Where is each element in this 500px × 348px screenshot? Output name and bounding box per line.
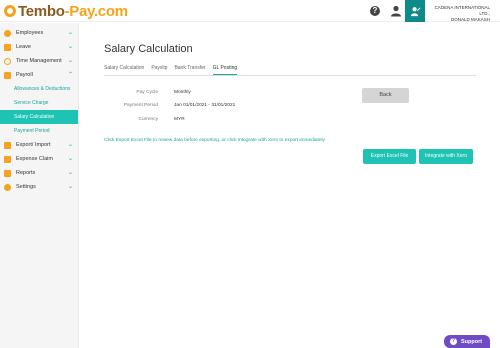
reports-icon — [4, 169, 11, 177]
sidebar-item-label: Settings — [16, 184, 36, 190]
sidebar-subitem-payment-period[interactable]: Payment Period — [0, 124, 78, 138]
export-excel-button[interactable]: Export Excel File — [363, 149, 416, 164]
page-title: Salary Calculation — [104, 43, 193, 55]
integrate-xero-button[interactable]: Integrate with Xero — [419, 149, 473, 164]
support-button[interactable]: ? Support — [444, 335, 490, 348]
chevron-down-icon: ⌄ — [67, 142, 73, 148]
sidebar-item-label: Employees — [16, 30, 44, 36]
sidebar-item-label: Leave — [16, 44, 31, 50]
payroll-icon — [4, 71, 11, 79]
chevron-down-icon: ⌄ — [67, 30, 73, 36]
sidebar: Employees ⌄ Leave ⌄ Time Management ⌄ Pa… — [0, 23, 79, 348]
chevron-down-icon: ⌄ — [67, 156, 73, 162]
sidebar-item-reports[interactable]: Reports ⌄ — [0, 166, 78, 180]
sidebar-item-label: Export/ Import — [16, 142, 51, 148]
sidebar-subitem-salary-calculation[interactable]: Salary Calculation — [0, 110, 78, 124]
sidebar-item-employees[interactable]: Employees ⌄ — [0, 26, 78, 40]
settings-icon — [4, 183, 11, 191]
pay-cycle-value: Monthly — [174, 90, 191, 95]
employees-icon — [4, 29, 11, 37]
sidebar-item-payroll[interactable]: Payroll ⌃ — [0, 68, 78, 82]
tab-gl-posting[interactable]: GL Posting — [212, 64, 238, 75]
leave-icon — [4, 43, 11, 51]
company-name-line1: CADENA INTERNATIONAL LTD., — [434, 5, 490, 16]
payment-period-value: Jan 01/01/2021 - 31/01/2021 — [174, 103, 236, 108]
brand-name-part2: -Pay.com — [64, 2, 128, 20]
chevron-down-icon: ⌄ — [67, 44, 73, 50]
chevron-down-icon: ⌄ — [67, 58, 73, 64]
company-switch-button[interactable] — [405, 0, 425, 22]
sidebar-item-label: Time Management — [16, 58, 62, 64]
top-bar: Tembo -Pay.com ? CADENA INTERNATIONAL LTD… — [0, 0, 500, 22]
tab-bar: Salary Calculation Payslip Bank Transfer… — [104, 64, 476, 76]
user-profile-icon[interactable] — [390, 5, 402, 17]
expense-icon — [4, 155, 11, 163]
sidebar-item-label: Payroll — [16, 72, 33, 78]
tab-payslip[interactable]: Payslip — [151, 64, 167, 75]
payment-period-row: Payment Period Jan 01/01/2021 - 31/01/20… — [104, 103, 364, 111]
time-icon — [4, 57, 11, 65]
sidebar-item-export-import[interactable]: Export/ Import ⌄ — [0, 138, 78, 152]
support-icon: ? — [450, 338, 457, 345]
logo-mark-icon — [4, 5, 16, 17]
help-icon[interactable]: ? — [370, 6, 380, 16]
sidebar-item-settings[interactable]: Settings ⌄ — [0, 180, 78, 194]
sidebar-item-label: Reports — [16, 170, 36, 176]
export-instructions: Click Export Excel File to review data b… — [104, 138, 326, 143]
sidebar-item-label: Expense Claim — [16, 156, 53, 162]
support-label: Support — [461, 338, 483, 345]
main-content: Salary Calculation Salary Calculation Pa… — [80, 23, 500, 348]
tab-bank-transfer[interactable]: Bank Transfer — [174, 64, 205, 75]
sidebar-item-expense-claim[interactable]: Expense Claim ⌄ — [0, 152, 78, 166]
brand-logo[interactable]: Tembo -Pay.com — [4, 2, 128, 20]
sidebar-item-time-management[interactable]: Time Management ⌄ — [0, 54, 78, 68]
sidebar-subitem-service-charge[interactable]: Service Charge — [0, 96, 78, 110]
export-icon — [4, 141, 11, 149]
chevron-up-icon: ⌃ — [67, 72, 73, 78]
back-button[interactable]: Back — [362, 88, 409, 103]
chevron-down-icon: ⌄ — [67, 170, 73, 176]
currency-value: MYR — [174, 117, 185, 122]
tab-salary-calculation[interactable]: Salary Calculation — [104, 64, 144, 75]
pay-cycle-row: Pay Cycle Monthly — [104, 90, 364, 98]
company-name: CADENA INTERNATIONAL LTD., DONALD MAKASH — [426, 5, 490, 23]
currency-row: Currency MYR — [104, 117, 364, 125]
pay-cycle-label: Pay Cycle — [136, 90, 158, 95]
user-switch-icon — [410, 6, 420, 16]
currency-label: Currency — [138, 117, 158, 122]
brand-name-part1: Tembo — [18, 2, 65, 20]
sidebar-item-leave[interactable]: Leave ⌄ — [0, 40, 78, 54]
sidebar-subitem-allowances-deductions[interactable]: Allowances & Deductions — [0, 82, 78, 96]
payment-period-label: Payment Period — [123, 103, 158, 108]
chevron-down-icon: ⌄ — [67, 184, 73, 190]
